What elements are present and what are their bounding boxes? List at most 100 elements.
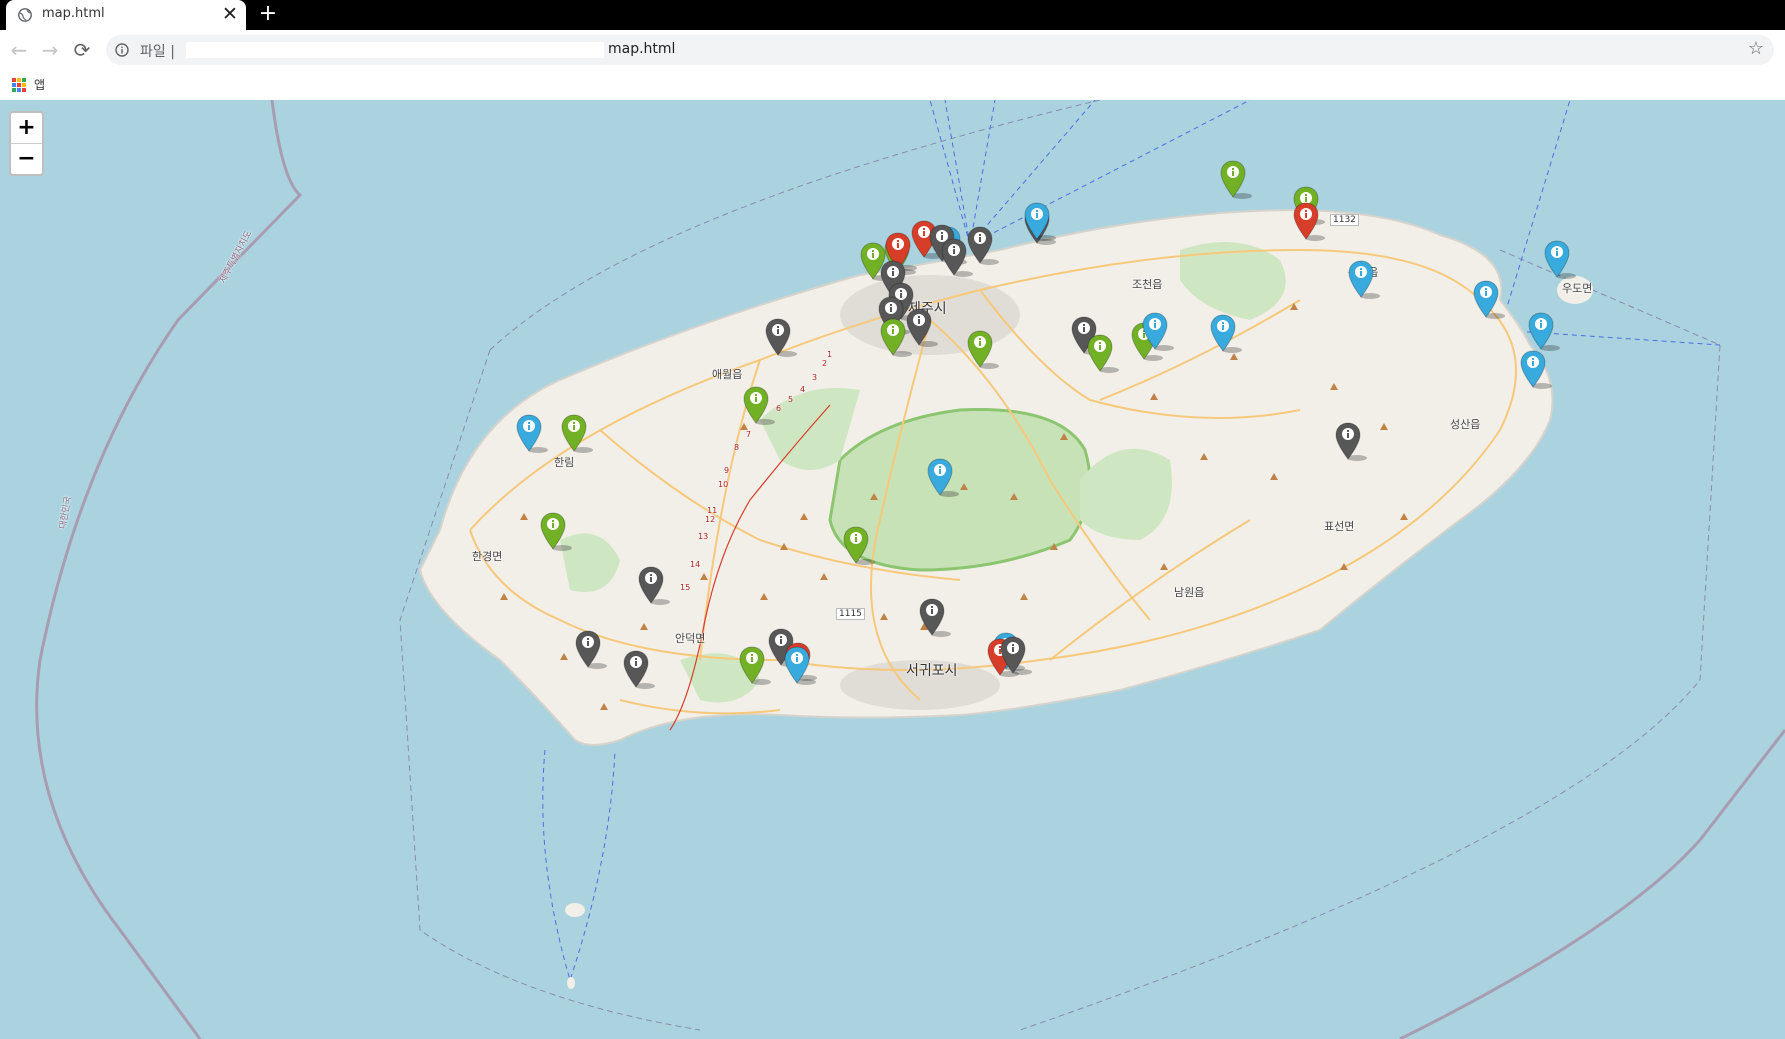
map-marker-green[interactable] (739, 646, 771, 685)
info-sign-icon (1473, 280, 1505, 319)
map-marker-blue[interactable] (1024, 202, 1056, 241)
map-marker-gray[interactable] (638, 566, 670, 605)
info-sign-icon (623, 650, 655, 689)
tab-strip: map.html ✕ + (0, 0, 1785, 30)
protocol-label: 파일 | (140, 44, 175, 60)
info-icon[interactable] (115, 43, 129, 57)
label-udo: 우도면 (1562, 282, 1593, 295)
reload-button[interactable]: ⟳ (71, 39, 93, 61)
map-marker-blue[interactable] (1210, 314, 1242, 353)
map-marker-gray[interactable] (623, 650, 655, 689)
label-seongsan: 성산읍 (1450, 418, 1481, 431)
globe-icon (18, 8, 32, 22)
address-bar[interactable]: 파일 | map.html ☆ (106, 35, 1774, 65)
info-sign-icon (1293, 202, 1325, 241)
info-sign-icon (765, 318, 797, 357)
route-number: 10 (718, 480, 729, 489)
info-sign-icon (540, 512, 572, 551)
new-tab-button[interactable]: + (258, 1, 278, 26)
map-marker-blue[interactable] (784, 646, 816, 685)
apps-bookmark[interactable]: 앱 (12, 76, 45, 93)
map-marker-blue[interactable] (1544, 240, 1576, 279)
zoom-control: + − (9, 111, 44, 176)
map-marker-green[interactable] (880, 318, 912, 357)
info-sign-icon (941, 238, 973, 277)
info-sign-icon (1544, 240, 1576, 279)
map-view[interactable]: 제주시 서귀포시 애월읍 한림 한경면 안덕면 조천읍 구좌읍 우도면 성산읍 … (0, 100, 1785, 1039)
label-namwon: 남원읍 (1174, 586, 1205, 599)
browser-tab[interactable]: map.html ✕ (6, 0, 246, 30)
road-shield-1115: 1115 (836, 608, 865, 620)
label-jocheon: 조천읍 (1132, 278, 1163, 291)
zoom-in-button[interactable]: + (11, 113, 42, 144)
info-sign-icon (1024, 202, 1056, 241)
map-marker-green[interactable] (561, 414, 593, 453)
info-sign-icon (1528, 312, 1560, 351)
route-number: 14 (690, 560, 701, 569)
map-marker-blue[interactable] (1473, 280, 1505, 319)
map-marker-gray[interactable] (1335, 422, 1367, 461)
info-sign-icon (784, 646, 816, 685)
info-sign-icon (1000, 636, 1032, 675)
info-sign-icon (880, 318, 912, 357)
map-marker-blue[interactable] (516, 414, 548, 453)
route-number: 11 (707, 506, 718, 515)
label-aewol: 애월읍 (712, 368, 743, 381)
map-marker-blue[interactable] (1142, 312, 1174, 351)
route-number: 13 (698, 532, 709, 541)
info-sign-icon (743, 386, 775, 425)
apps-label: 앱 (34, 78, 46, 92)
route-number: 8 (734, 443, 740, 452)
url-text[interactable]: map.html (608, 41, 675, 57)
info-sign-icon (575, 630, 607, 669)
info-sign-icon (638, 566, 670, 605)
map-marker-gray[interactable] (575, 630, 607, 669)
zoom-out-button[interactable]: − (11, 144, 42, 174)
tab-close-icon[interactable]: ✕ (220, 3, 240, 25)
info-sign-icon (1520, 350, 1552, 389)
label-andeok: 안덕면 (675, 632, 706, 645)
map-marker-blue[interactable] (1348, 260, 1380, 299)
map-marker-gray[interactable] (941, 238, 973, 277)
info-sign-icon (1210, 314, 1242, 353)
label-pyoseon: 표선면 (1324, 520, 1355, 533)
map-marker-green[interactable] (743, 386, 775, 425)
info-sign-icon (561, 414, 593, 453)
info-sign-icon (1335, 422, 1367, 461)
label-seogwipo-city: 서귀포시 (906, 663, 958, 679)
map-marker-blue[interactable] (927, 458, 959, 497)
map-marker-green[interactable] (967, 330, 999, 369)
redacted-path (186, 42, 604, 58)
forward-button[interactable]: → (39, 39, 61, 61)
route-number: 7 (746, 430, 752, 439)
route-number: 15 (680, 583, 691, 592)
map-marker-green[interactable] (843, 526, 875, 565)
bookmarks-bar: 앱 (0, 70, 1785, 101)
map-marker-red[interactable] (1293, 202, 1325, 241)
route-number: 3 (812, 373, 818, 382)
route-number: 5 (788, 395, 794, 404)
route-number: 1 (827, 350, 833, 359)
map-marker-gray[interactable] (919, 598, 951, 637)
route-number: 2 (822, 359, 828, 368)
map-marker-green[interactable] (540, 512, 572, 551)
info-sign-icon (1087, 334, 1119, 373)
map-marker-green[interactable] (1087, 334, 1119, 373)
back-button[interactable]: ← (8, 39, 30, 61)
browser-toolbar: ← → ⟳ 파일 | map.html ☆ (0, 30, 1785, 70)
map-marker-gray[interactable] (765, 318, 797, 357)
map-marker-gray[interactable] (1000, 636, 1032, 675)
road-shield-1132: 1132 (1330, 214, 1359, 226)
route-number: 9 (724, 466, 730, 475)
map-marker-green[interactable] (1220, 160, 1252, 199)
label-hangyeong: 한경면 (472, 550, 503, 563)
info-sign-icon (967, 330, 999, 369)
map-marker-blue[interactable] (1528, 312, 1560, 351)
info-sign-icon (516, 414, 548, 453)
bookmark-star-icon[interactable]: ☆ (1748, 38, 1764, 59)
info-sign-icon (927, 458, 959, 497)
apps-grid-icon (12, 77, 26, 92)
info-sign-icon (1348, 260, 1380, 299)
route-number: 4 (800, 385, 806, 394)
map-marker-blue[interactable] (1520, 350, 1552, 389)
